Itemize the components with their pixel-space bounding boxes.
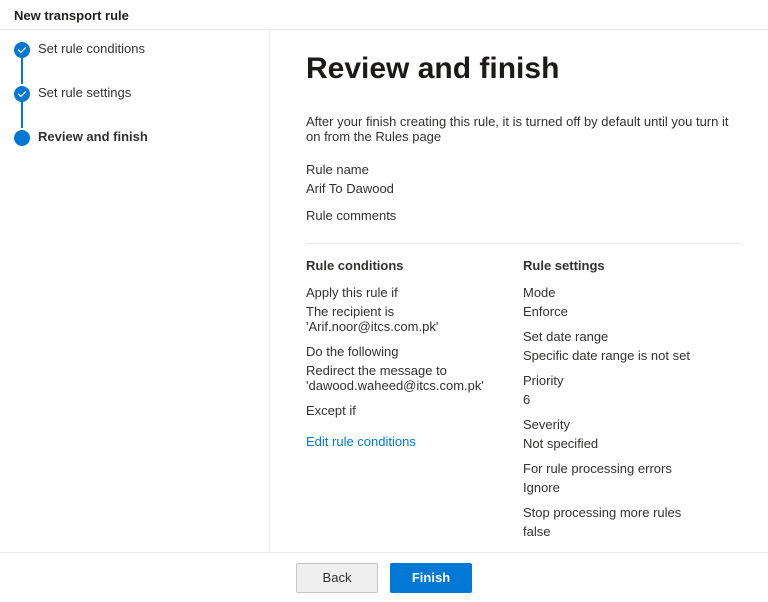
apply-if-label: Apply this rule if <box>306 285 523 300</box>
wizard-steps-sidebar: Set rule conditions Set rule settings Re… <box>0 30 270 552</box>
mode-label: Mode <box>523 285 740 300</box>
do-following-value: Redirect the message to 'dawood.waheed@i… <box>306 363 523 393</box>
step-set-rule-settings[interactable]: Set rule settings <box>0 84 269 128</box>
step-label: Set rule conditions <box>38 40 145 56</box>
severity-label: Severity <box>523 417 740 432</box>
settings-heading: Rule settings <box>523 258 740 273</box>
rule-name-value: Arif To Dawood <box>306 181 740 196</box>
wizard-header: New transport rule <box>0 0 768 29</box>
date-range-label: Set date range <box>523 329 740 344</box>
finish-button[interactable]: Finish <box>390 563 472 593</box>
priority-label: Priority <box>523 373 740 388</box>
wizard-footer: Back Finish <box>0 552 768 602</box>
dot-icon <box>14 130 30 146</box>
except-if-label: Except if <box>306 403 523 418</box>
intro-text: After your finish creating this rule, it… <box>306 114 740 144</box>
back-button[interactable]: Back <box>296 563 378 593</box>
step-label: Set rule settings <box>38 84 131 100</box>
severity-value: Not specified <box>523 436 740 451</box>
check-icon <box>14 86 30 102</box>
mode-value: Enforce <box>523 304 740 319</box>
check-icon <box>14 42 30 58</box>
priority-value: 6 <box>523 392 740 407</box>
date-range-value: Specific date range is not set <box>523 348 740 363</box>
errors-label: For rule processing errors <box>523 461 740 476</box>
step-review-and-finish[interactable]: Review and finish <box>0 128 269 172</box>
rule-settings-column: Rule settings Mode Enforce Set date rang… <box>523 258 740 552</box>
rule-conditions-column: Rule conditions Apply this rule if The r… <box>306 258 523 552</box>
step-connector <box>21 102 23 128</box>
divider <box>306 243 740 244</box>
wizard-title: New transport rule <box>14 8 129 23</box>
rule-name-label: Rule name <box>306 162 740 177</box>
step-set-rule-conditions[interactable]: Set rule conditions <box>0 40 269 84</box>
apply-if-value: The recipient is 'Arif.noor@itcs.com.pk' <box>306 304 523 334</box>
stop-value: false <box>523 524 740 539</box>
edit-conditions-link[interactable]: Edit rule conditions <box>306 434 416 449</box>
conditions-heading: Rule conditions <box>306 258 523 273</box>
errors-value: Ignore <box>523 480 740 495</box>
do-following-label: Do the following <box>306 344 523 359</box>
review-panel: Review and finish After your finish crea… <box>270 30 768 552</box>
rule-comments-label: Rule comments <box>306 208 740 223</box>
stop-label: Stop processing more rules <box>523 505 740 520</box>
step-connector <box>21 58 23 84</box>
page-title: Review and finish <box>306 52 740 86</box>
step-label: Review and finish <box>38 128 148 144</box>
